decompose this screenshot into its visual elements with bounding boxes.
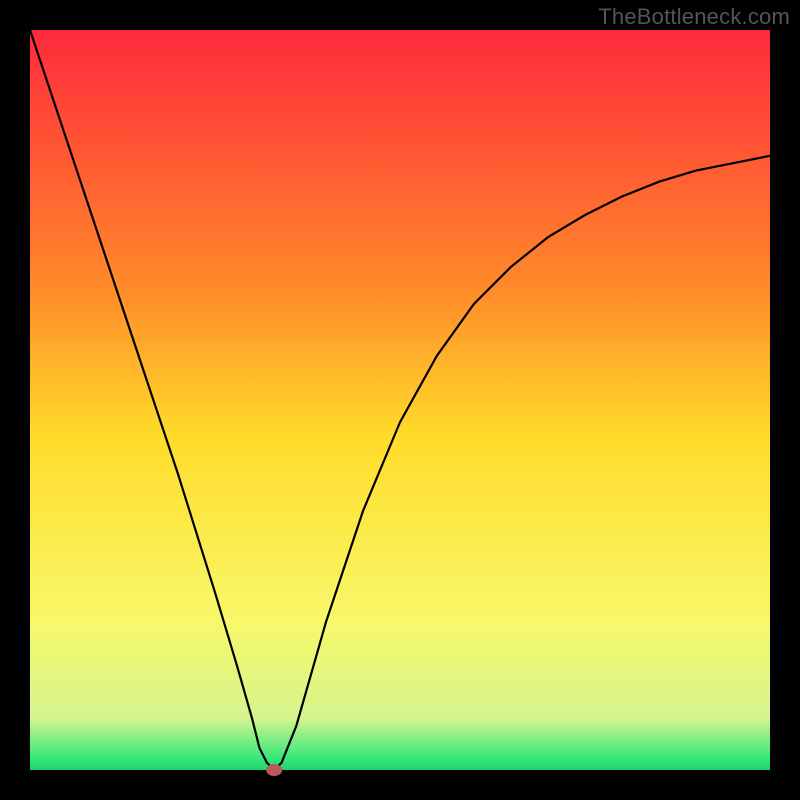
chart-frame: TheBottleneck.com — [0, 0, 800, 800]
bottleneck-chart — [0, 0, 800, 800]
plot-area — [30, 30, 770, 770]
optimal-point-marker — [266, 764, 282, 776]
watermark-text: TheBottleneck.com — [598, 4, 790, 30]
